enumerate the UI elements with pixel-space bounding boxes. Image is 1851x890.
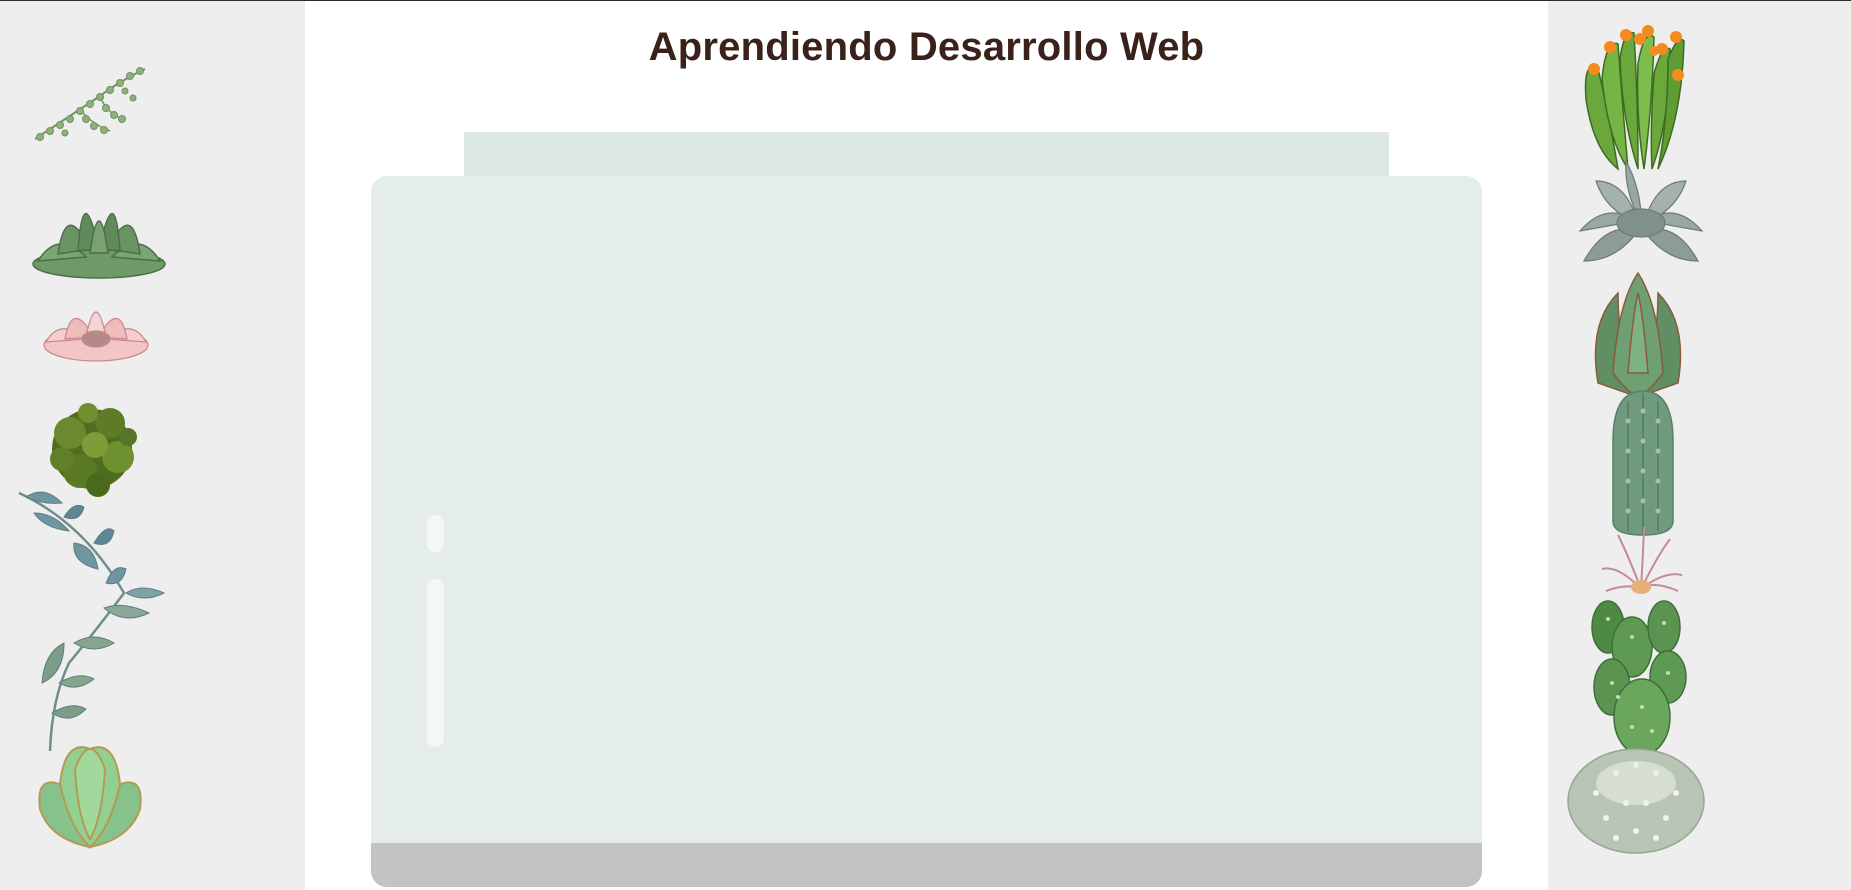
plant-green-succulent	[32, 212, 166, 279]
plant-round-cactus	[1567, 748, 1705, 854]
plant-light-green-succulent	[38, 746, 142, 849]
plant-string-of-pearls	[34, 67, 146, 141]
plant-columnar-cactus	[1612, 390, 1674, 536]
page-title: Aprendiendo Desarrollo Web	[648, 25, 1205, 69]
page: Aprendiendo Desarrollo Web	[0, 0, 1851, 890]
jar-glint-short	[427, 515, 444, 552]
plant-pink-succulent	[43, 311, 149, 362]
plant-flowering-cactus	[1584, 25, 1685, 171]
plant-eucalyptus-branch	[18, 491, 166, 752]
plant-grey-echeveria	[1578, 158, 1704, 262]
left-plant-panel	[0, 1, 305, 890]
jar	[371, 176, 1482, 887]
jar-bottom	[371, 843, 1482, 887]
plant-aloe	[1594, 271, 1682, 399]
plant-air-plant	[1601, 526, 1683, 594]
right-plant-panel	[1548, 1, 1851, 890]
plant-paddle-cactus	[1591, 600, 1687, 756]
jar-glint-long	[427, 579, 444, 747]
jar-lid	[464, 132, 1389, 176]
